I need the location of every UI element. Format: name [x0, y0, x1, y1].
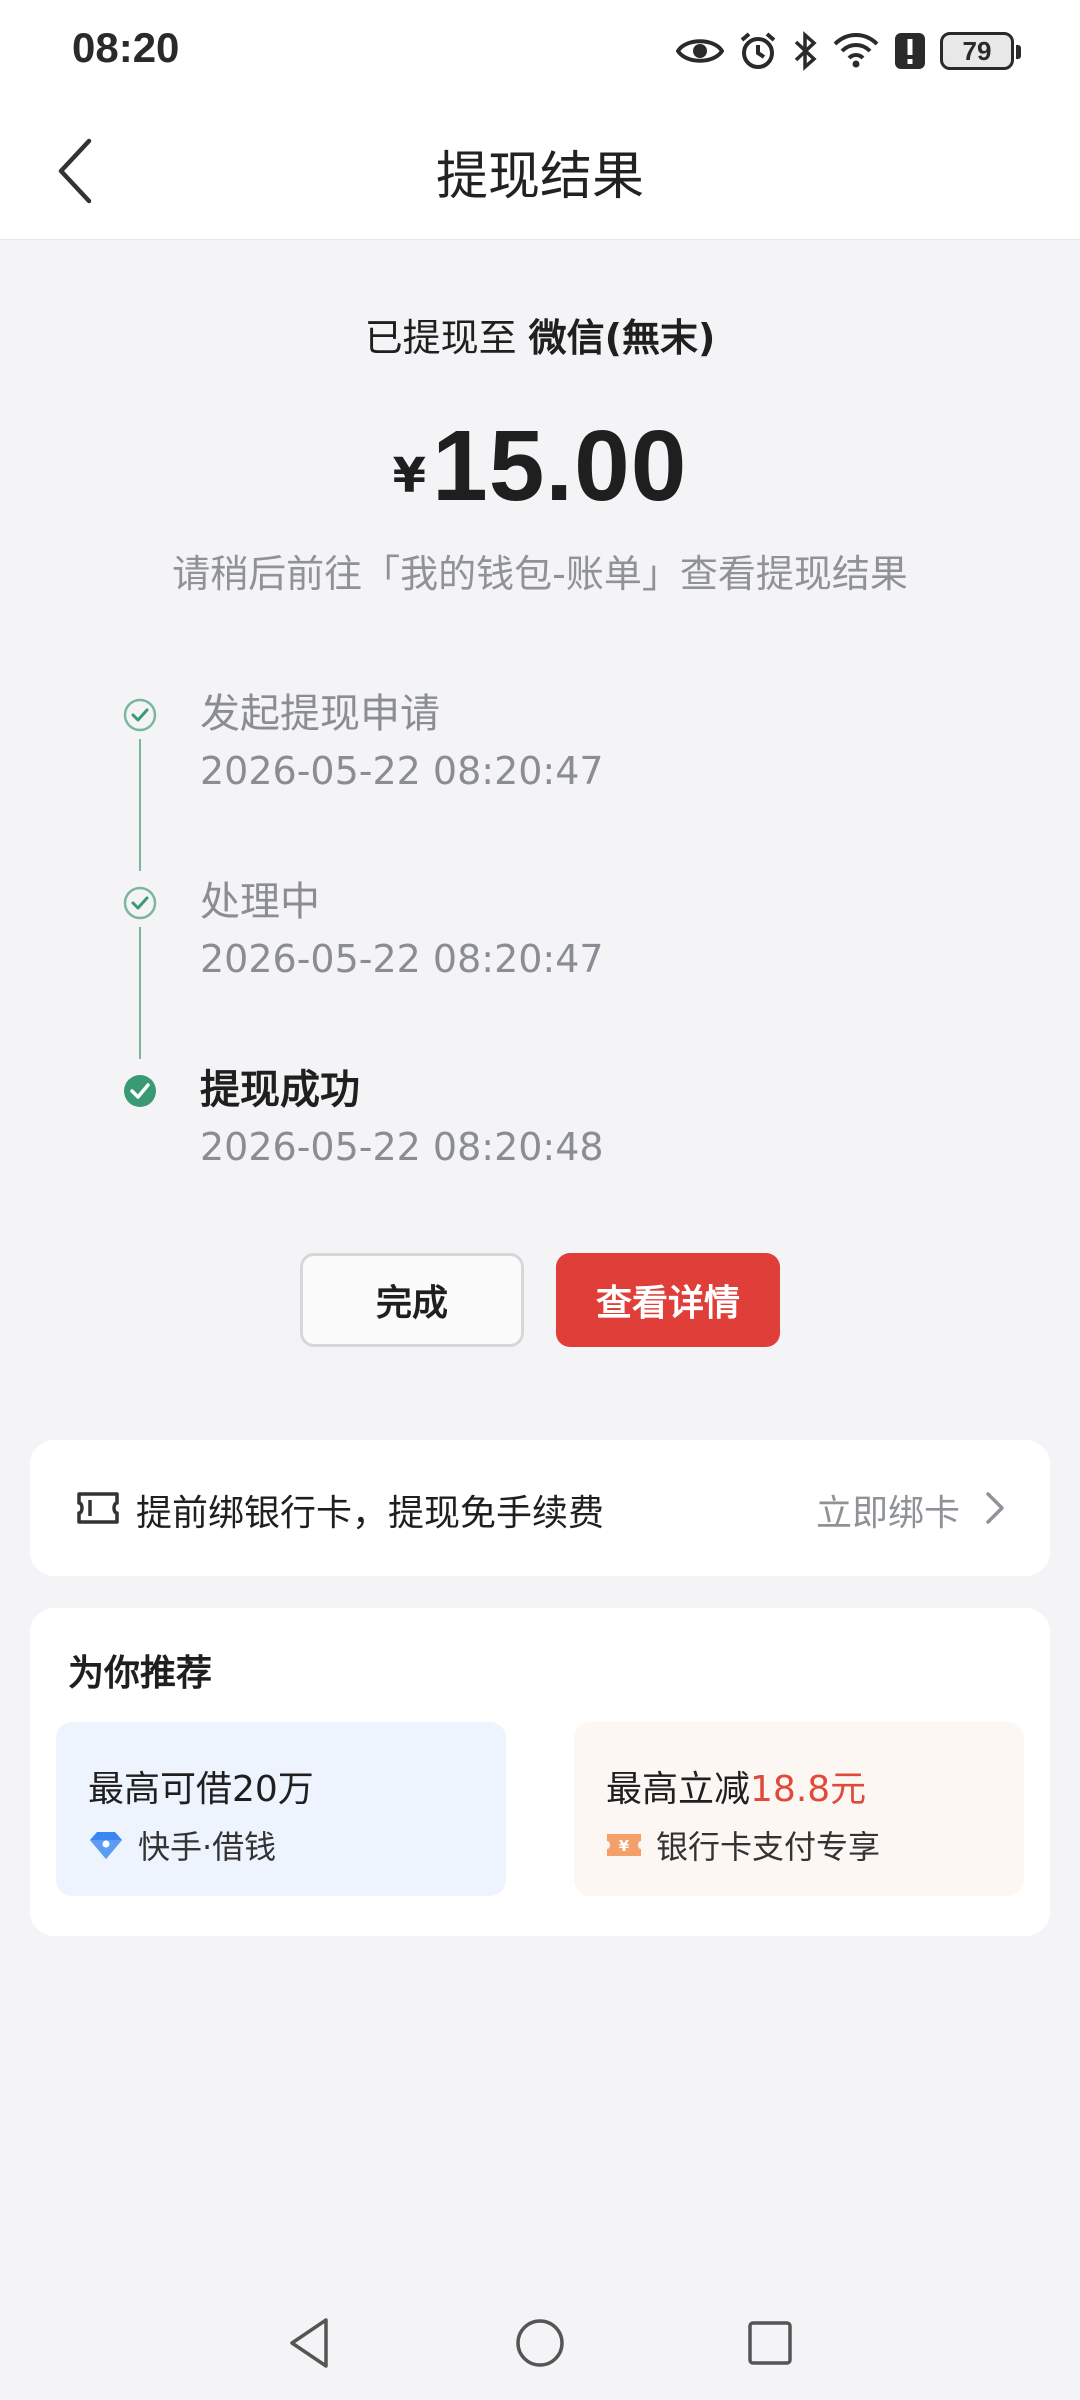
- alarm-icon: [740, 32, 776, 69]
- destination-name: 微信(無末): [528, 316, 716, 360]
- timeline-step-title: 发起提现申请: [200, 691, 440, 737]
- action-buttons: 完成 查看详情: [300, 1253, 780, 1349]
- recommendation-title: 为你推荐: [68, 1653, 213, 1694]
- progress-timeline: 发起提现申请 2026-05-22 08:20:47 处理中 2026-05-2…: [120, 681, 920, 1245]
- battery-icon: 79: [940, 32, 1021, 70]
- recommendation-sub-text: 银行卡支付专享: [656, 1828, 881, 1866]
- timeline-connector: [139, 739, 141, 871]
- timeline-step-time: 2026-05-22 08:20:47: [200, 937, 604, 981]
- ticket-icon: [77, 1492, 119, 1524]
- destination-prefix: 已提现至: [364, 316, 529, 360]
- amount-row: ¥15.00: [0, 409, 1080, 524]
- recommendation-item-discount[interactable]: 最高立减18.8元 ¥ 银行卡支付专享: [574, 1722, 1024, 1896]
- page-title: 提现结果: [435, 147, 644, 207]
- triangle-back-icon: [290, 2318, 328, 2368]
- timeline-step: 发起提现申请 2026-05-22 08:20:47: [120, 681, 920, 871]
- timeline-step-title: 提现成功: [200, 1067, 360, 1113]
- timeline-step-time: 2026-05-22 08:20:48: [200, 1125, 604, 1169]
- bind-bank-card-banner[interactable]: 提前绑银行卡，提现免手续费 立即绑卡: [30, 1440, 1050, 1576]
- amount-value: 15.00: [432, 410, 688, 522]
- check-circle-outline-icon: [123, 698, 157, 732]
- status-icons: 79: [676, 26, 1021, 76]
- view-details-button[interactable]: 查看详情: [556, 1253, 780, 1347]
- status-bar: 08:20 79: [0, 0, 1080, 100]
- done-button[interactable]: 完成: [300, 1253, 524, 1347]
- eye-icon: [676, 39, 724, 63]
- diamond-icon: [90, 1832, 122, 1859]
- alert-icon: [895, 33, 925, 69]
- recommendation-sub: ¥ 银行卡支付专享: [606, 1822, 880, 1868]
- bluetooth-icon: [794, 31, 817, 71]
- timeline-step-time: 2026-05-22 08:20:47: [200, 749, 604, 793]
- currency-symbol: ¥: [392, 448, 427, 504]
- wifi-icon: [833, 33, 879, 68]
- nav-back-button[interactable]: [276, 2310, 342, 2376]
- check-circle-filled-icon: [124, 1075, 156, 1107]
- system-navigation-bar: [0, 2286, 1080, 2400]
- recommendation-main-label: 最高立减: [606, 1769, 751, 1810]
- recommendation-main-text: 最高可借20万: [88, 1760, 314, 1812]
- recommendation-card: 为你推荐 最高可借20万 快手·借钱 最高立减18.8元 ¥ 银行卡支付专享: [30, 1608, 1050, 1936]
- recommendation-sub-text: 快手·借钱: [138, 1828, 277, 1866]
- check-circle-outline-icon: [123, 886, 157, 920]
- svg-text:¥: ¥: [619, 1837, 630, 1855]
- withdraw-destination: 已提现至 微信(無末): [0, 307, 1080, 362]
- square-recents-icon: [748, 2321, 792, 2365]
- chevron-right-icon: [986, 1492, 1004, 1524]
- nav-home-button[interactable]: [507, 2310, 573, 2376]
- recommendation-main-text: 最高立减18.8元: [606, 1760, 866, 1812]
- bind-card-link[interactable]: 立即绑卡: [816, 1484, 960, 1536]
- bind-card-promo-text: 提前绑银行卡，提现免手续费: [136, 1493, 605, 1534]
- timeline-connector: [139, 927, 141, 1059]
- timeline-step: 处理中 2026-05-22 08:20:47: [120, 869, 920, 1059]
- timeline-step-title: 处理中: [200, 879, 320, 925]
- coupon-icon: ¥: [607, 1834, 641, 1856]
- header: 提现结果: [0, 100, 1080, 240]
- nav-recents-button[interactable]: [737, 2310, 803, 2376]
- timeline-step: 提现成功 2026-05-22 08:20:48: [120, 1057, 920, 1245]
- discount-amount: 18.8元: [750, 1769, 867, 1810]
- recommendation-sub: 快手·借钱: [88, 1822, 276, 1868]
- result-hint: 请稍后前往「我的钱包-账单」查看提现结果: [172, 552, 908, 596]
- result-area: 已提现至 微信(無末) ¥15.00 请稍后前往「我的钱包-账单」查看提现结果 …: [0, 241, 1080, 1421]
- circle-home-icon: [516, 2319, 564, 2367]
- status-time: 08:20: [72, 24, 180, 71]
- recommendation-item-loan[interactable]: 最高可借20万 快手·借钱: [56, 1722, 506, 1896]
- recommendation-main-label: 最高可借20万: [88, 1769, 314, 1810]
